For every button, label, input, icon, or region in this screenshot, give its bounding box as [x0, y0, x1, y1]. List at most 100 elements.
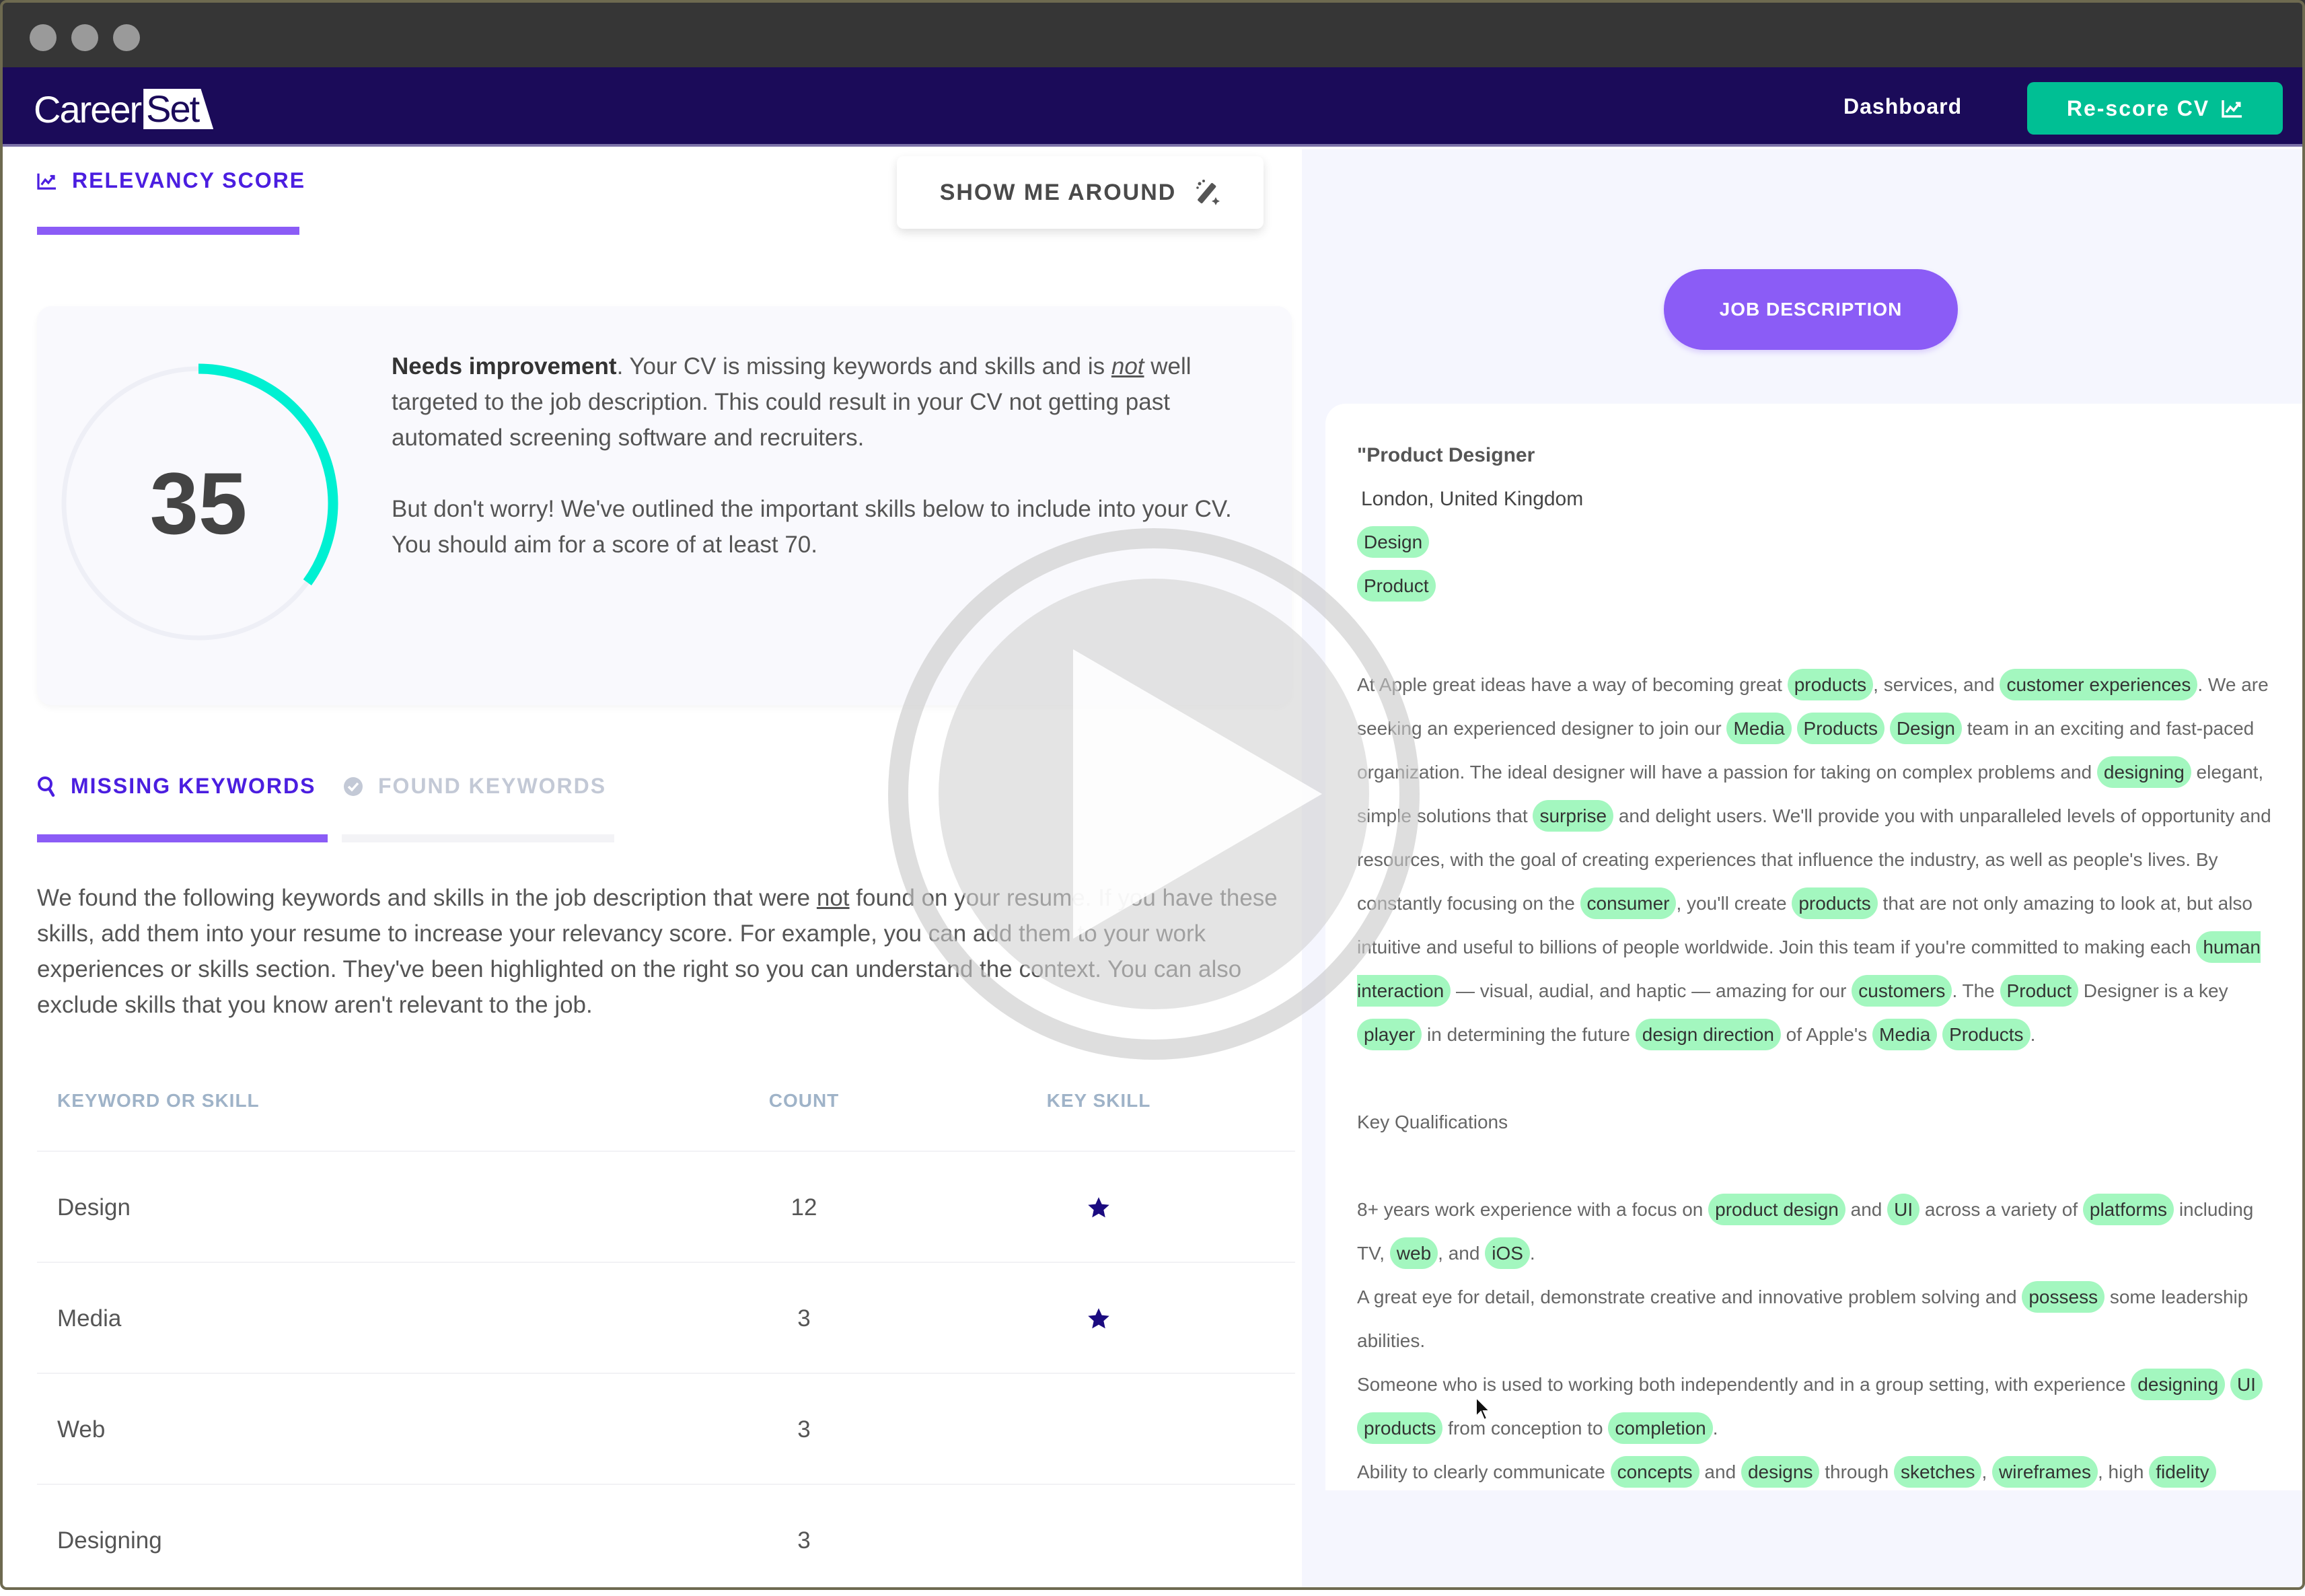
text-segment — [1792, 718, 1797, 739]
text-segment: Ability to clearly communicate — [1357, 1461, 1611, 1482]
text-segment: , — [1981, 1461, 1993, 1482]
column-header-keyword[interactable]: KEYWORD OR SKILL — [57, 1090, 260, 1112]
highlighted-keyword[interactable]: sketches — [1893, 1456, 1982, 1488]
text-segment: . The — [1952, 980, 2000, 1001]
job-description-paragraph: At Apple great ideas have a way of becom… — [1357, 663, 2279, 1056]
qualification-item: Ability to clearly communicate concepts … — [1357, 1450, 2279, 1490]
column-header-count[interactable]: COUNT — [764, 1090, 844, 1112]
careerset-logo[interactable]: Career Set — [34, 87, 214, 131]
keyword-cell: Design — [57, 1194, 131, 1221]
highlighted-keyword[interactable]: completion — [1608, 1412, 1713, 1444]
table-row[interactable]: Media 3 — [37, 1262, 1295, 1374]
highlighted-keyword[interactable]: customer experiences — [2000, 669, 2198, 700]
highlighted-keyword[interactable]: Product — [2000, 975, 2079, 1007]
video-play-overlay[interactable] — [878, 518, 1430, 1070]
star-icon — [1088, 1196, 1109, 1217]
mouse-cursor-icon — [1475, 1396, 1492, 1421]
qualification-item: A great eye for detail, demonstrate crea… — [1357, 1275, 2279, 1363]
window-minimize-button[interactable] — [71, 24, 98, 51]
text-segment: and — [1845, 1199, 1888, 1220]
text-segment: A great eye for detail, demonstrate crea… — [1357, 1286, 2022, 1307]
highlighted-keyword[interactable]: designing — [2131, 1369, 2226, 1400]
highlighted-keyword[interactable]: UI — [1887, 1194, 1920, 1225]
qualification-item: 8+ years work experience with a focus on… — [1357, 1188, 2279, 1275]
highlighted-keyword[interactable]: surprise — [1533, 800, 1614, 832]
text-segment — [1885, 718, 1890, 739]
highlighted-keyword[interactable]: designs — [1741, 1456, 1820, 1488]
highlighted-keyword[interactable]: UI — [2230, 1369, 2263, 1400]
text-segment: and — [1699, 1461, 1741, 1482]
check-circle-icon — [344, 776, 363, 796]
highlighted-keyword[interactable]: Design — [1889, 713, 1962, 744]
highlighted-keyword[interactable]: consumer — [1580, 887, 1677, 919]
highlighted-keyword[interactable]: Products — [1942, 1019, 2030, 1050]
job-tag-row: Product — [1357, 570, 2279, 619]
highlighted-keyword[interactable]: concepts — [1610, 1456, 1699, 1488]
job-location: London, United Kingdom — [1361, 488, 1584, 510]
highlighted-keyword[interactable]: products — [1792, 887, 1878, 919]
highlighted-keyword[interactable]: Products — [1796, 713, 1885, 744]
highlighted-keyword[interactable]: platforms — [2082, 1194, 2174, 1225]
text-segment: , you'll create — [1676, 893, 1792, 914]
highlighted-keyword[interactable]: products — [1787, 669, 1874, 700]
highlighted-keyword[interactable]: customers — [1852, 975, 1952, 1007]
relevancy-tab-label: RELEVANCY SCORE — [72, 168, 306, 192]
score-status-paragraph: Needs improvement. Your CV is missing ke… — [392, 349, 1253, 456]
tab-found-underline — [342, 834, 614, 842]
qualification-item: Someone who is used to working both inde… — [1357, 1363, 2279, 1450]
job-tag-row: Design — [1357, 526, 2279, 575]
keyword-cell: Web — [57, 1416, 106, 1443]
text-segment: of Apple's — [1780, 1024, 1873, 1045]
job-description-button[interactable]: JOB DESCRIPTION — [1664, 269, 1958, 350]
chart-line-icon — [37, 173, 56, 190]
keyword-cell: Media — [57, 1305, 122, 1332]
highlighted-keyword[interactable]: wireframes — [1992, 1456, 2098, 1488]
desc-emphasis: not — [816, 885, 850, 911]
text-segment — [2225, 1374, 2230, 1395]
highlighted-keyword[interactable]: web — [1389, 1237, 1438, 1269]
text-segment: through — [1819, 1461, 1894, 1482]
top-navbar: Career Set Dashboard Re-score CV — [0, 67, 2305, 147]
text-segment: in determining the future — [1422, 1024, 1636, 1045]
tab-found-label: FOUND KEYWORDS — [378, 774, 607, 798]
text-segment: . — [1529, 1243, 1535, 1264]
show-me-around-button[interactable]: SHOW ME AROUND — [897, 156, 1264, 229]
column-header-key-skill[interactable]: KEY SKILL — [1038, 1090, 1159, 1112]
text-segment: Someone who is used to working both inde… — [1357, 1374, 2131, 1395]
highlighted-keyword[interactable]: possess — [2022, 1281, 2105, 1313]
highlighted-keyword[interactable]: Media — [1726, 713, 1792, 744]
text-segment: across a variety of — [1919, 1199, 2083, 1220]
desc-text-1: We found the following keywords and skil… — [37, 885, 817, 911]
window-maximize-button[interactable] — [113, 24, 140, 51]
show-me-around-label: SHOW ME AROUND — [939, 179, 1177, 205]
text-segment: 8+ years work experience with a focus on — [1357, 1199, 1709, 1220]
rescore-cv-button[interactable]: Re-score CV — [2027, 82, 2283, 135]
rescore-label: Re-score CV — [2066, 96, 2210, 120]
text-segment: , and — [1438, 1243, 1486, 1264]
highlighted-keyword[interactable]: Media — [1872, 1019, 1938, 1050]
key-skill-cell — [1058, 1152, 1139, 1263]
highlighted-keyword[interactable]: products — [1357, 1412, 1443, 1444]
job-description-card: "Product Designer London, United Kingdom… — [1325, 404, 2305, 1490]
score-status-text: . Your CV is missing keywords and skills… — [616, 353, 1111, 379]
table-row[interactable]: Web 3 — [37, 1373, 1295, 1485]
highlighted-keyword[interactable]: design direction — [1635, 1019, 1781, 1050]
window-titlebar — [0, 0, 2305, 68]
key-skill-cell — [1058, 1485, 1139, 1596]
table-row[interactable]: Designing 3 — [37, 1484, 1295, 1596]
dashboard-link[interactable]: Dashboard — [1843, 94, 1962, 119]
magic-wand-icon — [1196, 180, 1220, 205]
section-heading-key-qualifications: Key Qualifications — [1357, 1112, 1508, 1132]
highlighted-keyword[interactable]: fidelity — [2149, 1456, 2216, 1488]
highlighted-keyword[interactable]: iOS — [1485, 1237, 1530, 1269]
tab-found-keywords[interactable]: FOUND KEYWORDS — [343, 774, 606, 799]
key-skill-cell — [1058, 1263, 1139, 1374]
highlighted-keyword[interactable]: designing — [2096, 756, 2191, 788]
tab-relevancy-score[interactable]: RELEVANCY SCORE — [37, 168, 305, 193]
tab-missing-keywords[interactable]: MISSING KEYWORDS — [37, 774, 316, 799]
logo-text-career: Career — [34, 87, 142, 131]
count-cell: 3 — [797, 1305, 811, 1332]
highlighted-keyword[interactable]: product design — [1708, 1194, 1845, 1225]
window-close-button[interactable] — [30, 24, 57, 51]
table-row[interactable]: Design 12 — [37, 1151, 1295, 1263]
